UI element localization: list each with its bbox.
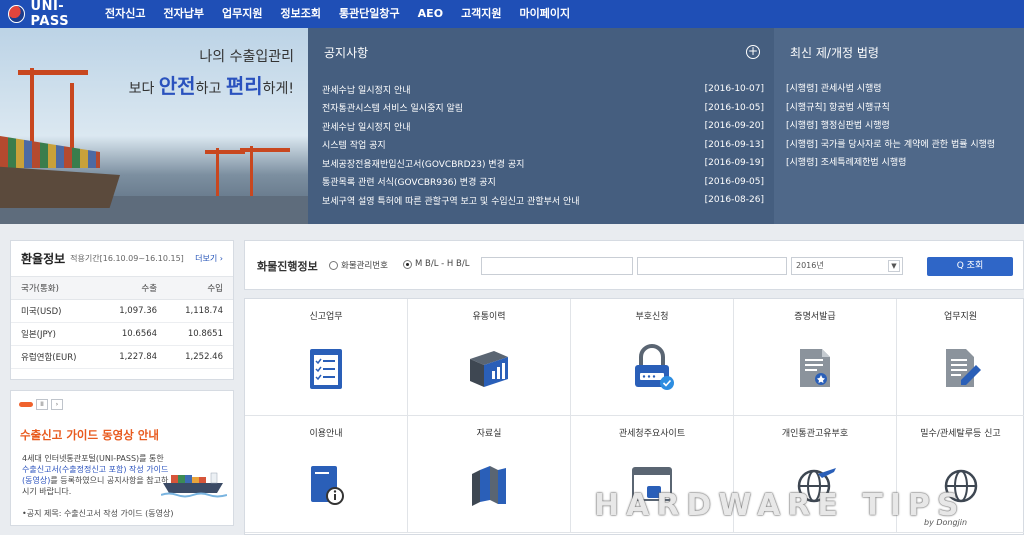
hero-banner: 나의 수출입관리 보다 안전하고 편리하게! 공지사항 + 관세수납 일시정지 …: [0, 28, 1024, 224]
law-item[interactable]: [시행령] 조세특례제한법 시행령: [786, 154, 1024, 173]
table-row: 일본(JPY) 10.6564 10.8651: [11, 322, 233, 346]
nav-my-page[interactable]: 마이페이지: [511, 0, 580, 28]
notice-item[interactable]: 전자통관시스템 서비스 일시중지 알림 [2016-10-05]: [322, 99, 764, 118]
radio-selected-icon: [403, 259, 412, 269]
service-tile-distribution-history[interactable]: 유통이력: [408, 299, 571, 416]
guide-description: 4세대 인터넷통관포털(UNI-PASS)를 통한 수출신고서(수출정정신고 포…: [22, 454, 169, 496]
service-tile-user-guide[interactable]: 이용안내: [245, 416, 408, 533]
search-button[interactable]: Q 조회: [927, 257, 1013, 276]
main-menu: 전자신고 전자납부 업무지원 정보조회 통관단일창구 AEO 고객지원 마이페이…: [96, 0, 579, 28]
service-tile-code-application[interactable]: 부호신청: [571, 299, 734, 416]
top-navigation-bar: UNI-PASS 전자신고 전자납부 업무지원 정보조회 통관단일창구 AEO …: [0, 0, 1024, 29]
column-header: 수입: [167, 277, 233, 300]
bookshelf-icon: [472, 466, 506, 506]
service-tile-declaration[interactable]: 신고업무: [245, 299, 408, 416]
notice-list: 관세수납 일시정지 안내 [2016-10-07] 전자통관시스템 서비스 일시중…: [322, 80, 764, 210]
mbl-input[interactable]: [481, 257, 633, 275]
radio-cargo-number[interactable]: 화물관리번호: [329, 259, 388, 271]
service-tile-certificate[interactable]: 증명서발급: [734, 299, 897, 416]
exchange-more-link[interactable]: 더보기 ›: [195, 253, 223, 264]
law-panel: 최신 제/개정 법령 [시행령] 관세사법 시행령 [시행규칙] 항공법 시행규…: [774, 28, 1024, 224]
table-row: 유럽연합(EUR) 1,227.84 1,252.46: [11, 345, 233, 369]
notice-item[interactable]: 보세구역 설영 특허에 따른 관할구역 보고 및 수입신고 관할부서 안내 [20…: [322, 191, 764, 210]
guide-title[interactable]: 수출신고 가이드 동영상 안내: [20, 427, 159, 443]
notice-item[interactable]: 시스템 작업 공지 [2016-09-13]: [322, 136, 764, 155]
table-row: 미국(USD) 1,097.36 1,118.74: [11, 299, 233, 323]
logo-text: UNI-PASS: [30, 0, 70, 29]
law-list: [시행령] 관세사법 시행령 [시행규칙] 항공법 시행규칙 [시행령] 행정심…: [786, 80, 1024, 173]
slider-controls: II ›: [19, 399, 63, 410]
cargo-ship-icon: [161, 472, 227, 498]
exchange-rate-period: 적용기간[16.10.09~16.10.15]: [70, 254, 184, 263]
nav-single-window[interactable]: 통관단일창구: [330, 0, 409, 28]
guide-video-box: II › 수출신고 가이드 동영상 안내 4세대 인터넷통관포털(UNI-PAS…: [10, 390, 234, 526]
service-tile-business-support[interactable]: 업무지원: [897, 299, 1024, 416]
nav-information-lookup[interactable]: 정보조회: [271, 0, 329, 28]
nav-aeo[interactable]: AEO: [409, 0, 452, 28]
manual-info-icon: [311, 466, 344, 505]
hbl-input[interactable]: [637, 257, 787, 275]
column-header: 국가(통화): [11, 277, 102, 300]
hero-slogan: 나의 수출입관리 보다 안전하고 편리하게!: [128, 49, 294, 98]
nav-business-support[interactable]: 업무지원: [213, 0, 271, 28]
notice-item[interactable]: 통관목록 관련 서식(GOVCBR936) 변경 공지 [2016-09-05]: [322, 173, 764, 192]
nav-e-payment[interactable]: 전자납부: [154, 0, 212, 28]
cargo-tracking-bar: 화물진행정보 화물관리번호 M B/L - H B/L 2016년 ▼ Q 조회: [244, 240, 1024, 290]
nav-e-declaration[interactable]: 전자신고: [96, 0, 154, 28]
year-select[interactable]: 2016년 ▼: [791, 257, 903, 275]
exchange-rate-table: 국가(통화) 수출 수입 미국(USD) 1,097.36 1,118.74 일…: [11, 277, 233, 369]
law-item[interactable]: [시행령] 국가를 당사자로 하는 계약에 관한 법률 시행령: [786, 136, 1024, 155]
watermark-text: HARDWARE TIPS: [594, 488, 966, 523]
column-header: 수출: [101, 277, 168, 300]
radio-icon: [329, 260, 338, 270]
exchange-rate-box: 환율정보 적용기간[16.10.09~16.10.15] 더보기 › 국가(통화…: [10, 240, 234, 380]
notice-title: 공지사항: [324, 46, 369, 60]
radio-bl-number[interactable]: M B/L - H B/L: [403, 259, 469, 269]
law-panel-title: 최신 제/개정 법령: [790, 46, 879, 60]
notice-item[interactable]: 관세수납 일시정지 안내 [2016-09-20]: [322, 117, 764, 136]
port-illustration: 나의 수출입관리 보다 안전하고 편리하게!: [0, 28, 308, 224]
uni-pass-logo[interactable]: UNI-PASS: [8, 0, 96, 29]
law-item[interactable]: [시행규칙] 항공법 시행규칙: [786, 99, 1024, 118]
slide-indicator: [19, 402, 33, 407]
guide-footer: •공지 제목: 수출신고서 작성 가이드 (동영상): [22, 509, 174, 518]
law-item[interactable]: [시행령] 관세사법 시행령: [786, 80, 1024, 99]
chevron-down-icon: ▼: [888, 260, 900, 272]
pause-button[interactable]: II: [36, 399, 48, 410]
notice-item[interactable]: 관세수납 일시정지 안내 [2016-10-07]: [322, 80, 764, 99]
law-item[interactable]: [시행령] 행정심판법 시행령: [786, 117, 1024, 136]
korea-customs-emblem-icon: [8, 5, 25, 23]
service-tile-library[interactable]: 자료실: [408, 416, 571, 533]
exchange-rate-title: 환율정보: [21, 252, 66, 266]
books-chart-icon: [470, 351, 508, 387]
tracking-label: 화물진행정보: [257, 260, 318, 273]
watermark-subtext: by Dongjin: [924, 518, 968, 527]
notice-item[interactable]: 보세공장전용재반입신고서(GOVCBRD23) 변경 공지 [2016-09-19…: [322, 154, 764, 173]
lock-icon: [635, 344, 674, 390]
next-button[interactable]: ›: [51, 399, 63, 410]
notice-more-plus-icon[interactable]: +: [746, 45, 760, 59]
notice-panel: 공지사항 + 관세수납 일시정지 안내 [2016-10-07] 전자통관시스템 …: [308, 28, 774, 224]
nav-customer-support[interactable]: 고객지원: [452, 0, 510, 28]
certificate-icon: [800, 349, 830, 387]
checklist-icon: [310, 349, 342, 389]
document-pen-icon: [946, 349, 981, 387]
